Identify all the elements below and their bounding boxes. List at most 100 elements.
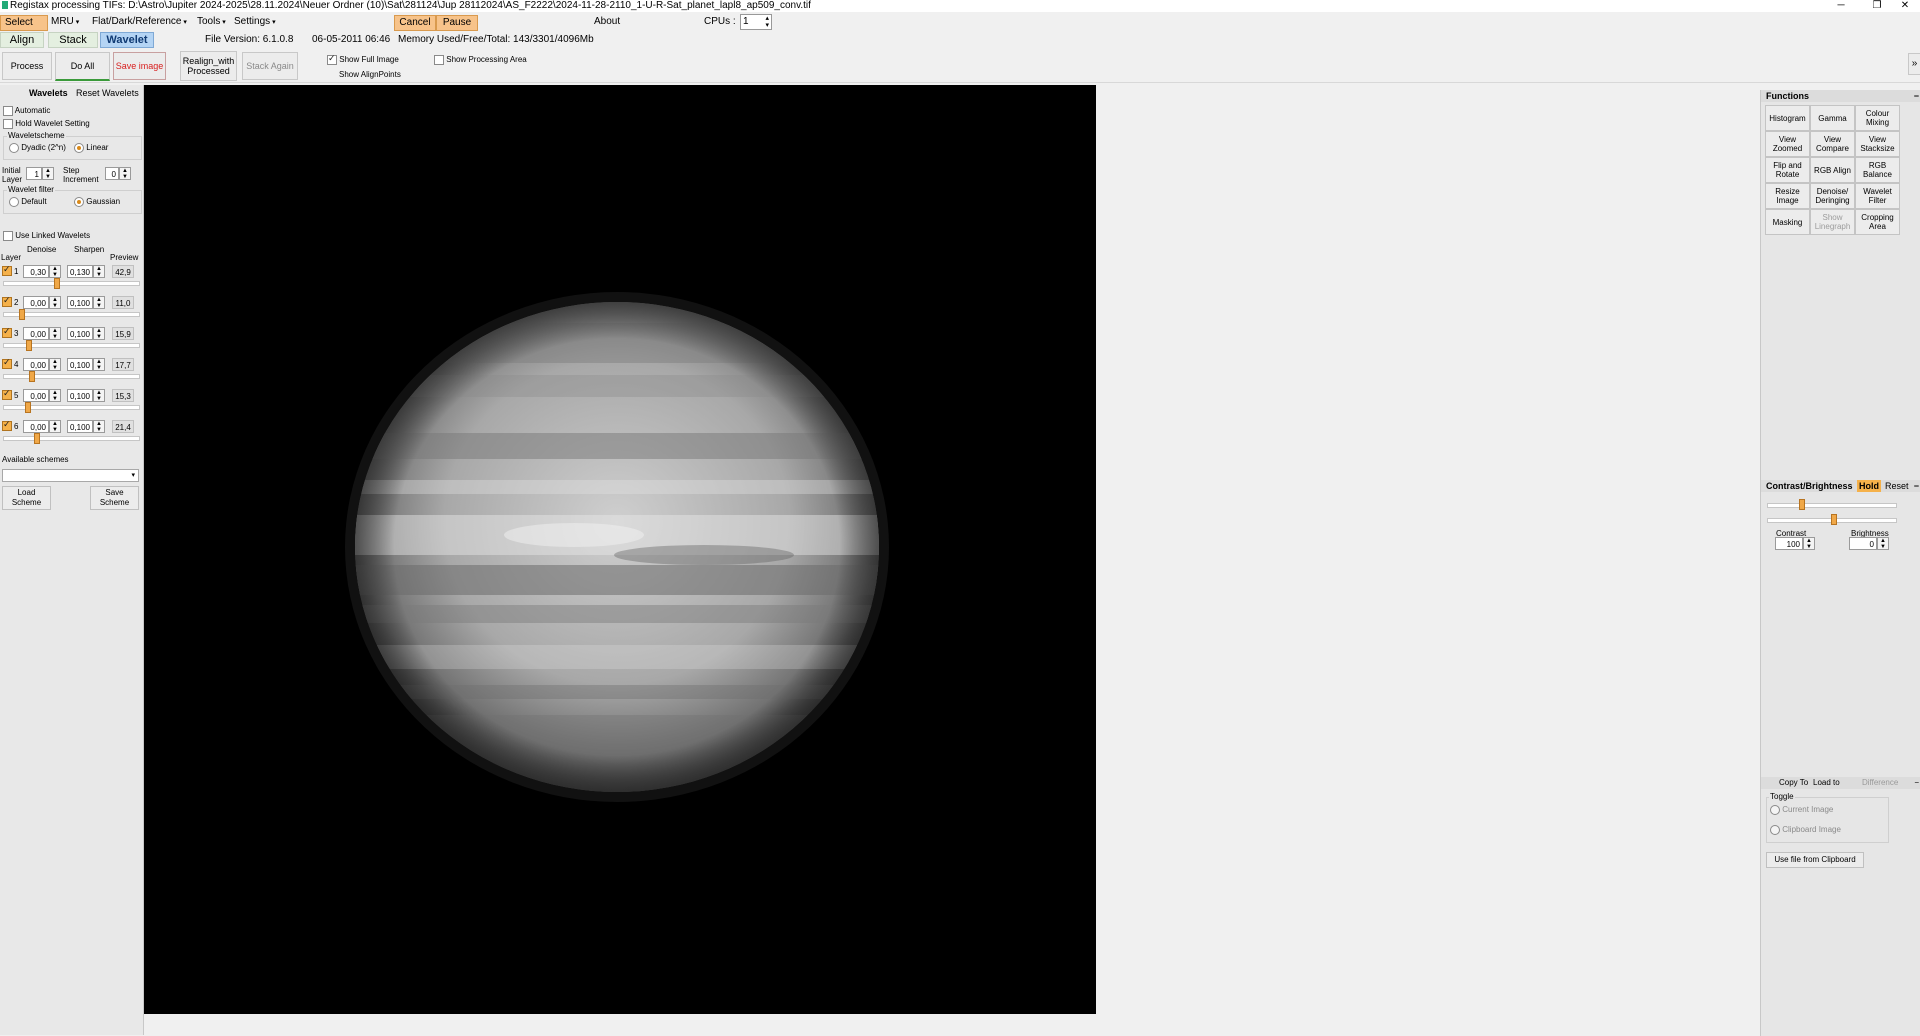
contrast-slider-thumb[interactable] (1799, 499, 1805, 510)
contrast-input[interactable]: 100 (1775, 537, 1803, 550)
maximize-button[interactable]: ❐ (1862, 0, 1892, 12)
select-menu[interactable]: Select (0, 15, 48, 31)
layer-slider-thumb[interactable] (19, 309, 25, 320)
layer-slider-thumb[interactable] (54, 278, 60, 289)
gaussian-radio[interactable]: Gaussian (74, 197, 120, 207)
sharpen-input[interactable]: 0,100 (67, 389, 93, 402)
preview-value[interactable]: 15,9 (112, 327, 134, 340)
default-radio[interactable]: Default (9, 197, 47, 207)
copy-to-button[interactable]: Copy To (1779, 777, 1808, 789)
denoise-input[interactable]: 0,00 (23, 420, 49, 433)
function-button-show-linegraph[interactable]: Show Linegraph (1810, 209, 1855, 235)
layer-enable-checkbox[interactable] (2, 357, 12, 370)
denoise-input[interactable]: 0,00 (23, 389, 49, 402)
denoise-spin-icon[interactable]: ▲ ▼ (49, 327, 61, 340)
load-to-button[interactable]: Load to (1813, 777, 1840, 789)
cpus-stepper[interactable]: 1 ▴ ▾ (740, 14, 772, 30)
denoise-spin-icon[interactable]: ▲ ▼ (49, 389, 61, 402)
preview-value[interactable]: 21,4 (112, 420, 134, 433)
collapse-icon[interactable]: − (1914, 777, 1919, 789)
function-button-wavelet-filter[interactable]: Wavelet Filter (1855, 183, 1900, 209)
sharpen-spin-icon[interactable]: ▲ ▼ (93, 265, 105, 278)
function-button-rgb-align[interactable]: RGB Align (1810, 157, 1855, 183)
layer-slider[interactable] (3, 405, 140, 410)
denoise-input[interactable]: 0,30 (23, 265, 49, 278)
layer-enable-checkbox[interactable] (2, 419, 12, 432)
linear-radio[interactable]: Linear (74, 143, 108, 153)
tab-align[interactable]: Align (0, 32, 44, 48)
step-increment-spin-icon[interactable]: ▲ ▼ (119, 167, 131, 180)
layer-slider[interactable] (3, 436, 140, 441)
save-scheme-button[interactable]: Save Scheme (90, 486, 139, 510)
denoise-input[interactable]: 0,00 (23, 358, 49, 371)
function-button-denoise-deringing[interactable]: Denoise/ Deringing (1810, 183, 1855, 209)
function-button-masking[interactable]: Masking (1765, 209, 1810, 235)
use-linked-wavelets-checkbox[interactable]: Use Linked Wavelets (3, 231, 90, 241)
contrast-spin-icon[interactable]: ▲ ▼ (1803, 537, 1815, 550)
function-button-colour-mixing[interactable]: Colour Mixing (1855, 105, 1900, 131)
current-image-radio[interactable]: Current Image (1770, 805, 1833, 815)
hold-button[interactable]: Hold (1857, 480, 1881, 492)
sharpen-input[interactable]: 0,100 (67, 420, 93, 433)
minimize-button[interactable]: ─ (1826, 0, 1856, 12)
function-button-view-compare[interactable]: View Compare (1810, 131, 1855, 157)
show-full-image-checkbox[interactable]: Show Full Image (327, 53, 399, 65)
use-file-from-clipboard-button[interactable]: Use file from Clipboard (1766, 852, 1864, 868)
sharpen-spin-icon[interactable]: ▲ ▼ (93, 420, 105, 433)
close-button[interactable]: ✕ (1890, 0, 1920, 12)
do-all-button[interactable]: Do All (55, 52, 110, 81)
load-scheme-button[interactable]: Load Scheme (2, 486, 51, 510)
preview-value[interactable]: 17,7 (112, 358, 134, 371)
denoise-spin-icon[interactable]: ▲ ▼ (49, 296, 61, 309)
layer-enable-checkbox[interactable] (2, 295, 12, 308)
initial-layer-spin-icon[interactable]: ▲ ▼ (42, 167, 54, 180)
function-button-view-zoomed[interactable]: View Zoomed (1765, 131, 1810, 157)
layer-slider-thumb[interactable] (34, 433, 40, 444)
function-button-histogram[interactable]: Histogram (1765, 105, 1810, 131)
show-alignpoints-label[interactable]: Show AlignPoints (339, 70, 401, 79)
reset-wavelets-button[interactable]: Reset Wavelets (76, 88, 139, 98)
stack-again-button[interactable]: Stack Again (242, 52, 298, 80)
dyadic-radio[interactable]: Dyadic (2^n) (9, 143, 66, 153)
show-processing-area-checkbox[interactable]: Show Processing Area (434, 55, 527, 65)
sharpen-spin-icon[interactable]: ▲ ▼ (93, 358, 105, 371)
clipboard-image-radio[interactable]: Clipboard Image (1770, 825, 1841, 835)
sharpen-spin-icon[interactable]: ▲ ▼ (93, 327, 105, 340)
function-button-cropping-area[interactable]: Cropping Area (1855, 209, 1900, 235)
step-increment-input[interactable]: 0 (105, 167, 119, 180)
sharpen-input[interactable]: 0,100 (67, 327, 93, 340)
flat-dark-reference-menu[interactable]: Flat/Dark/Reference ▾ (88, 15, 191, 29)
layer-slider[interactable] (3, 281, 140, 286)
layer-slider-thumb[interactable] (26, 340, 32, 351)
initial-layer-input[interactable]: 1 (26, 167, 42, 180)
expand-panel-button[interactable]: » (1908, 53, 1920, 75)
function-button-view-stacksize[interactable]: View Stacksize (1855, 131, 1900, 157)
function-button-rgb-balance[interactable]: RGB Balance (1855, 157, 1900, 183)
function-button-gamma[interactable]: Gamma (1810, 105, 1855, 131)
tools-menu[interactable]: Tools ▾ (193, 15, 230, 29)
layer-slider-thumb[interactable] (25, 402, 31, 413)
available-schemes-select[interactable]: ▾ (2, 469, 139, 482)
hold-wavelet-setting-checkbox[interactable]: Hold Wavelet Setting (3, 119, 90, 129)
preview-value[interactable]: 11,0 (112, 296, 134, 309)
mru-menu[interactable]: MRU ▾ (47, 15, 83, 29)
image-canvas[interactable] (144, 85, 1096, 1014)
brightness-spin-icon[interactable]: ▲ ▼ (1877, 537, 1889, 550)
brightness-slider-thumb[interactable] (1831, 514, 1837, 525)
sharpen-spin-icon[interactable]: ▲ ▼ (93, 296, 105, 309)
denoise-input[interactable]: 0,00 (23, 327, 49, 340)
preview-value[interactable]: 15,3 (112, 389, 134, 402)
contrast-slider[interactable] (1767, 503, 1897, 508)
difference-button[interactable]: Difference (1862, 777, 1898, 789)
collapse-icon[interactable]: − (1914, 90, 1919, 102)
denoise-spin-icon[interactable]: ▲ ▼ (49, 358, 61, 371)
layer-enable-checkbox[interactable] (2, 388, 12, 401)
function-button-flip-and-rotate[interactable]: Flip and Rotate (1765, 157, 1810, 183)
layer-slider-thumb[interactable] (29, 371, 35, 382)
function-button-resize-image[interactable]: Resize Image (1765, 183, 1810, 209)
save-image-button[interactable]: Save image (113, 52, 166, 80)
denoise-spin-icon[interactable]: ▲ ▼ (49, 265, 61, 278)
reset-button[interactable]: Reset (1885, 480, 1909, 492)
sharpen-spin-icon[interactable]: ▲ ▼ (93, 389, 105, 402)
layer-enable-checkbox[interactable] (2, 326, 12, 339)
